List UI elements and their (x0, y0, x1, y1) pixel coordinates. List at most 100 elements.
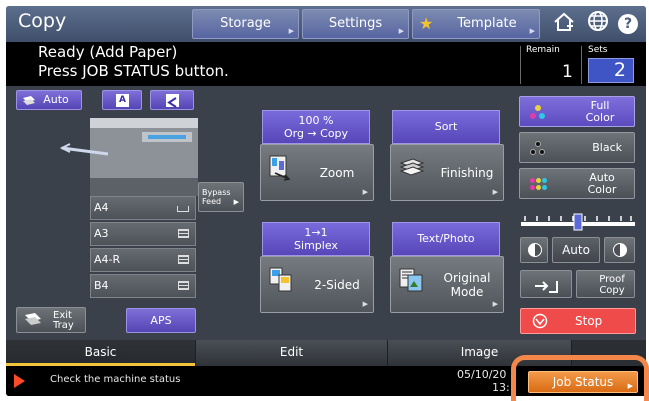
two-sided-label: 2-Sided (314, 277, 360, 292)
full-color-button[interactable]: Full Color (519, 96, 635, 127)
home-icon[interactable] (550, 10, 578, 38)
warning-icon[interactable] (14, 374, 25, 388)
settings-button-label: Settings (328, 16, 383, 31)
template-button[interactable]: ★ Template ▶ (412, 9, 540, 39)
machine-status-message: Check the machine status (50, 374, 181, 385)
exit-tray-button[interactable]: Exit Tray (16, 307, 86, 333)
tab-basic[interactable]: Basic (6, 340, 196, 366)
two-sided-button[interactable]: 2-Sided ▶ (260, 256, 374, 313)
orientation-rotated-icon (166, 94, 179, 108)
proof-copy-button[interactable]: Proof Copy (576, 270, 635, 298)
full-color-label: Full Color (585, 98, 615, 124)
sets-field[interactable]: 2 (588, 58, 634, 83)
original-mode-label: Original Mode (435, 257, 499, 312)
app-title: Copy (18, 10, 67, 32)
lighter-icon (528, 243, 542, 257)
text-photo-value-button[interactable]: Text/Photo (392, 222, 500, 256)
interrupt-button[interactable] (520, 270, 572, 298)
aps-button[interactable]: APS (126, 308, 196, 333)
remain-value: 1 (562, 62, 573, 82)
original-mode-icon (399, 267, 423, 293)
status-line-1: Ready (Add Paper) (38, 43, 178, 61)
duplex-mode: 1→1 (304, 226, 328, 239)
bypass-feed-label: Bypass Feed (202, 188, 231, 206)
paper-tray-a4r[interactable]: A4-R (90, 248, 196, 272)
auto-original-button[interactable]: Auto (16, 90, 82, 110)
finishing-label: Finishing (440, 165, 494, 180)
black-icon (530, 141, 546, 157)
sort-value: Sort (434, 120, 458, 133)
triangle-icon: ▶ (529, 27, 535, 35)
zoom-icon (269, 155, 293, 181)
exit-tray-icon (25, 313, 41, 327)
orientation-landscape-button[interactable] (150, 90, 194, 110)
paper-tray-a3[interactable]: A3 (90, 222, 196, 246)
divider (581, 46, 582, 84)
proof-copy-label: Proof Copy (599, 274, 625, 296)
remain-label: Remain (526, 45, 560, 55)
full-color-icon (530, 105, 546, 121)
stop-label: Stop (575, 314, 603, 328)
aps-label: APS (150, 314, 172, 327)
stop-icon (532, 313, 548, 329)
storage-button[interactable]: Storage ▶ (192, 9, 299, 39)
original-mode-value: Text/Photo (417, 232, 475, 245)
paper-label: B4 (94, 279, 109, 292)
zoom-value-button[interactable]: 100 % Org → Copy (262, 110, 370, 144)
status-line-2: Press JOB STATUS button. (38, 62, 229, 80)
auto-color-button[interactable]: Auto Color (519, 168, 635, 199)
duplex-simplex: Simplex (294, 239, 338, 252)
settings-button[interactable]: Settings ▶ (302, 9, 409, 39)
auto-color-label: Auto Color (587, 170, 617, 196)
stop-button[interactable]: Stop (520, 308, 636, 334)
density-slider[interactable] (521, 210, 635, 234)
paper-label: A4-R (94, 253, 121, 266)
original-mode-button[interactable]: Original Mode ▶ (390, 256, 504, 313)
triangle-icon: ▶ (398, 27, 404, 35)
sort-value-button[interactable]: Sort (392, 110, 500, 144)
zoom-percent: 100 % (298, 114, 334, 127)
job-status-highlight (511, 355, 649, 401)
exit-arrow-icon (59, 142, 110, 160)
star-icon: ★ (419, 14, 434, 33)
finishing-icon (399, 155, 425, 181)
original-icon (23, 94, 35, 105)
top-bar: Copy Storage ▶ Settings ▶ ★ Template ▶ ? (6, 6, 646, 42)
help-icon[interactable]: ? (614, 10, 642, 38)
black-button[interactable]: Black (519, 132, 635, 163)
tray-icon (178, 229, 189, 238)
original-mode-label-line2: Mode (450, 284, 484, 299)
storage-button-label: Storage (220, 16, 271, 31)
exit-tray-label: Exit Tray (53, 310, 74, 331)
paper-label: A4 (94, 201, 109, 214)
status-area: Ready (Add Paper) Press JOB STATUS butto… (6, 42, 646, 86)
main-panel: Auto A A4 A3 A4-R B4 Bypass Feed ▶ Exit … (6, 86, 646, 340)
triangle-icon: ▶ (492, 300, 498, 308)
divider (520, 46, 521, 84)
paper-label: A3 (94, 227, 109, 240)
zoom-button[interactable]: Zoom ▶ (260, 144, 374, 201)
triangle-icon: ▶ (233, 198, 239, 206)
density-auto-label: Auto (562, 243, 590, 257)
triangle-icon: ▶ (288, 27, 294, 35)
time-text: 13: (492, 381, 510, 394)
lighter-button[interactable] (520, 237, 548, 263)
bypass-feed-button[interactable]: Bypass Feed ▶ (198, 182, 244, 212)
triangle-icon: ▶ (362, 300, 368, 308)
tray-icon (178, 255, 189, 264)
darker-icon (613, 243, 627, 257)
density-auto-button[interactable]: Auto (552, 237, 600, 263)
darker-button[interactable] (604, 237, 635, 263)
tab-edit[interactable]: Edit (196, 340, 388, 366)
interrupt-icon (535, 278, 559, 293)
orientation-portrait-button[interactable]: A (102, 90, 142, 110)
date-text: 05/10/20 (457, 368, 507, 381)
paper-tray-b4[interactable]: B4 (90, 274, 196, 298)
globe-icon[interactable] (584, 10, 612, 38)
sets-label: Sets (588, 45, 608, 55)
duplex-value-button[interactable]: 1→1 Simplex (262, 222, 370, 256)
finishing-button[interactable]: Finishing ▶ (390, 144, 504, 201)
paper-tray-a4[interactable]: A4 (90, 196, 196, 220)
original-mode-label-line1: Original (443, 270, 491, 285)
bypass-tray-icon (177, 206, 189, 212)
